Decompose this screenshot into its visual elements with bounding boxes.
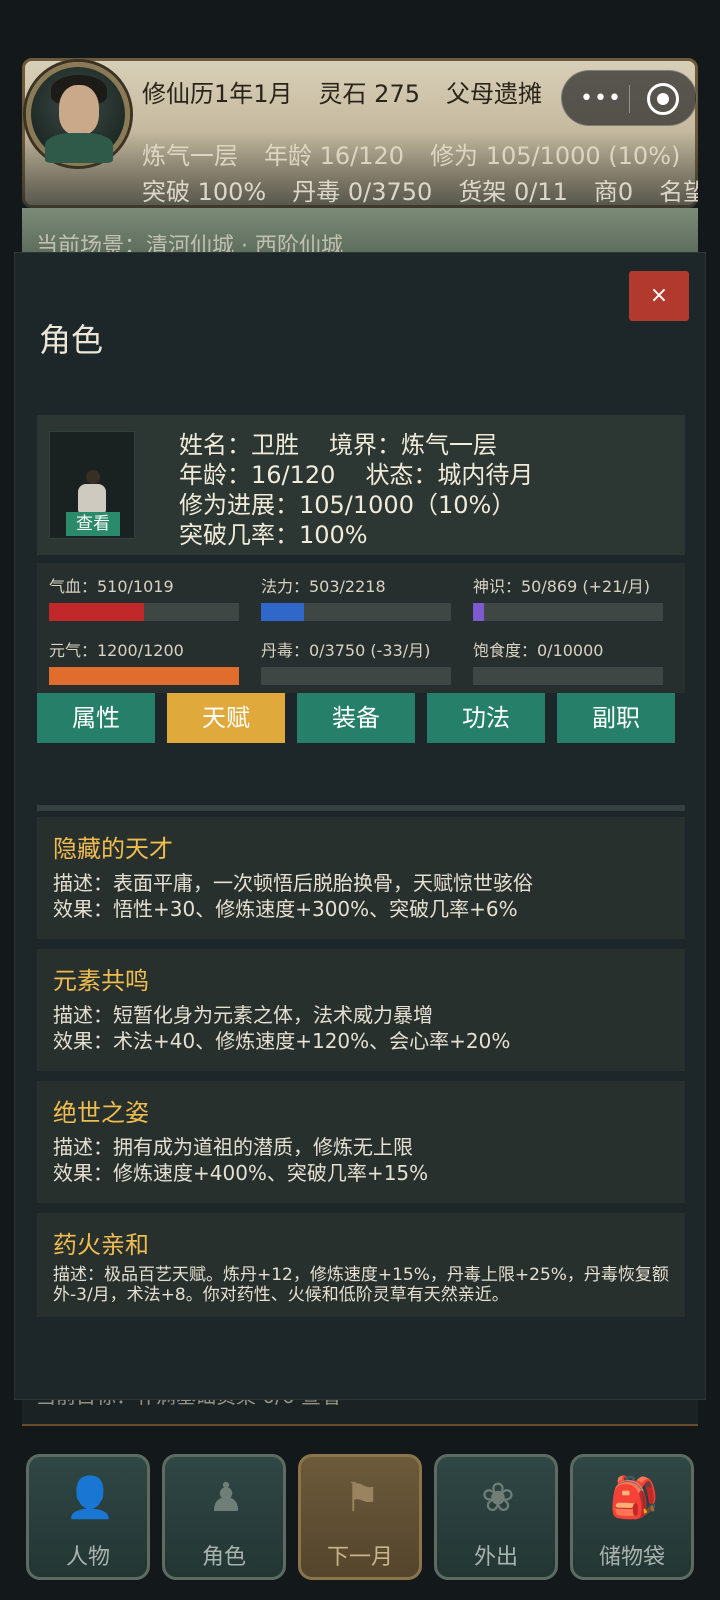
talent-card: 药火亲和 描述：极品百艺天赋。炼丹+12，修炼速度+15%，丹毒上限+25%，丹… bbox=[37, 1213, 685, 1317]
talent-name: 药火亲和 bbox=[53, 1231, 149, 1259]
nav-storage-bag-button[interactable]: 🎒 储物袋 bbox=[570, 1454, 694, 1580]
tab-attributes[interactable]: 属性 bbox=[37, 693, 155, 743]
talent-description: 描述：表面平庸，一次顿悟后脱胎换骨，天赋惊世骇俗 bbox=[53, 871, 533, 895]
stat-bar bbox=[261, 667, 451, 685]
nav-label: 人物 bbox=[65, 1545, 110, 1570]
character-modal: × 角色 查看 姓名：卫胜 境界：炼气一层 年龄：16/120 状态：城内待月 修为… bbox=[14, 252, 706, 1400]
player-avatar[interactable] bbox=[26, 62, 130, 166]
stat-pill-poison: 丹毒：0/3750 (-33/月) bbox=[261, 637, 451, 685]
character-breakthrough: 突破几率：100% bbox=[179, 521, 368, 549]
hud-realm: 炼气一层 bbox=[142, 142, 238, 170]
talent-effect: 效果：悟性+30、修炼速度+300%、突破几率+6% bbox=[53, 897, 518, 921]
nav-character-button[interactable]: ♟ 角色 bbox=[162, 1454, 286, 1580]
stat-label: 元气：1200/1200 bbox=[49, 641, 184, 660]
lotus-icon: ❀ bbox=[481, 1475, 515, 1521]
hud-pill-poison: 丹毒 0/3750 bbox=[292, 178, 433, 206]
tab-techniques[interactable]: 功法 bbox=[427, 693, 545, 743]
stat-label: 法力：503/2218 bbox=[261, 577, 386, 596]
stat-bar bbox=[49, 603, 239, 621]
flag-icon: ⚑ bbox=[344, 1475, 380, 1521]
scene-banner: 当前场景：清河仙城 · 西阶仙城 bbox=[22, 208, 698, 259]
view-portrait-button[interactable]: 查看 bbox=[66, 512, 120, 536]
talent-name: 元素共鸣 bbox=[53, 967, 149, 995]
hud-breakthrough: 突破 100% bbox=[142, 178, 267, 206]
stat-mana: 法力：503/2218 bbox=[261, 573, 451, 621]
talent-effect: 效果：修炼速度+400%、突破几率+15% bbox=[53, 1161, 429, 1185]
close-miniapp-icon[interactable] bbox=[647, 83, 679, 115]
avatar-face bbox=[59, 85, 99, 135]
stat-bar bbox=[473, 603, 663, 621]
hud-row-bottom: 突破 100% 丹毒 0/3750 货架 0/11 商0 名望 bbox=[142, 172, 698, 207]
nav-label: 角色 bbox=[201, 1545, 246, 1570]
character-portrait[interactable]: 查看 bbox=[49, 431, 135, 539]
tab-side-job[interactable]: 副职 bbox=[557, 693, 675, 743]
character-info-card: 查看 姓名：卫胜 境界：炼气一层 年龄：16/120 状态：城内待月 修为进展：10… bbox=[37, 415, 685, 555]
tab-equipment[interactable]: 装备 bbox=[297, 693, 415, 743]
modal-title: 角色 bbox=[39, 321, 104, 359]
more-menu-icon[interactable]: ••• bbox=[580, 85, 621, 113]
hud-event: 父母遗摊 bbox=[445, 80, 542, 108]
stat-hp: 气血：510/1019 bbox=[49, 573, 239, 621]
bag-icon: 🎒 bbox=[609, 1475, 659, 1521]
hud-row-middle: 炼气一层 年龄 16/120 修为 105/1000 (10%) bbox=[142, 136, 706, 171]
stat-satiety: 饱食度：0/10000 bbox=[473, 637, 663, 685]
hud-shelf: 货架 0/11 bbox=[458, 178, 568, 206]
portrait-figure-body bbox=[78, 484, 106, 514]
capsule-divider bbox=[629, 85, 630, 113]
nav-person-button[interactable]: 👤 人物 bbox=[26, 1454, 150, 1580]
character-tabs: 属性 天赋 装备 功法 副职 bbox=[37, 693, 685, 743]
miniapp-capsule: ••• bbox=[561, 70, 697, 126]
hud-age: 年龄 16/120 bbox=[264, 142, 405, 170]
section-divider bbox=[37, 805, 685, 811]
talent-description: 描述：极品百艺天赋。炼丹+12，修炼速度+15%，丹毒上限+25%，丹毒恢复额外… bbox=[53, 1265, 669, 1305]
talent-name: 绝世之姿 bbox=[53, 1099, 149, 1127]
stat-bar-fill bbox=[49, 667, 239, 685]
stat-bar bbox=[261, 603, 451, 621]
stats-panel: 气血：510/1019 法力：503/2218 神识：50/869 (+21/月… bbox=[37, 563, 685, 693]
stat-bar-fill bbox=[473, 603, 485, 621]
stat-label: 丹毒：0/3750 (-33/月) bbox=[261, 641, 431, 660]
hud-row-top: 修仙历1年1月 灵石 275 父母遗摊 bbox=[142, 74, 568, 109]
hud-date: 修仙历1年1月 bbox=[142, 80, 293, 108]
hud-merchant: 商0 bbox=[593, 178, 634, 206]
stat-bar-fill bbox=[261, 603, 305, 621]
talent-card: 绝世之姿 描述：拥有成为道祖的潜质，修炼无上限 效果：修炼速度+400%、突破几… bbox=[37, 1081, 685, 1203]
stat-bar bbox=[49, 667, 239, 685]
talent-name: 隐藏的天才 bbox=[53, 835, 173, 863]
nav-go-out-button[interactable]: ❀ 外出 bbox=[434, 1454, 558, 1580]
stat-spirit-sense: 神识：50/869 (+21/月) bbox=[473, 573, 663, 621]
talent-card: 元素共鸣 描述：短暂化身为元素之体，法术威力暴增 效果：术法+40、修炼速度+1… bbox=[37, 949, 685, 1071]
nav-label: 下一月 bbox=[326, 1545, 393, 1570]
nav-label: 储物袋 bbox=[598, 1545, 665, 1570]
nav-label: 外出 bbox=[473, 1545, 518, 1570]
talent-description: 描述：拥有成为道祖的潜质，修炼无上限 bbox=[53, 1135, 413, 1159]
bottom-nav: 👤 人物 ♟ 角色 ⚑ 下一月 ❀ 外出 🎒 储物袋 bbox=[22, 1428, 702, 1588]
avatar-robe bbox=[45, 133, 113, 163]
stat-label: 饱食度：0/10000 bbox=[473, 641, 604, 660]
person-icon: 👤 bbox=[65, 1475, 115, 1521]
stat-label: 神识：50/869 (+21/月) bbox=[473, 577, 651, 596]
hud-cultivation: 修为 105/1000 (10%) bbox=[430, 142, 681, 170]
hud-spirit-stones: 灵石 275 bbox=[318, 80, 420, 108]
hud-fame: 名望 bbox=[659, 178, 698, 206]
stat-label: 气血：510/1019 bbox=[49, 577, 174, 596]
stat-vitality: 元气：1200/1200 bbox=[49, 637, 239, 685]
stat-bar-fill bbox=[49, 603, 144, 621]
talent-description: 描述：短暂化身为元素之体，法术威力暴增 bbox=[53, 1003, 433, 1027]
portrait-figure-head bbox=[86, 470, 100, 484]
tab-talents[interactable]: 天赋 bbox=[167, 693, 285, 743]
talent-card: 隐藏的天才 描述：表面平庸，一次顿悟后脱胎换骨，天赋惊世骇俗 效果：悟性+30、… bbox=[37, 817, 685, 939]
stat-bar bbox=[473, 667, 663, 685]
character-icon: ♟ bbox=[208, 1475, 244, 1521]
talent-effect: 效果：术法+40、修炼速度+120%、会心率+20% bbox=[53, 1029, 511, 1053]
nav-next-month-button[interactable]: ⚑ 下一月 bbox=[298, 1454, 422, 1580]
close-button[interactable]: × bbox=[629, 271, 689, 321]
